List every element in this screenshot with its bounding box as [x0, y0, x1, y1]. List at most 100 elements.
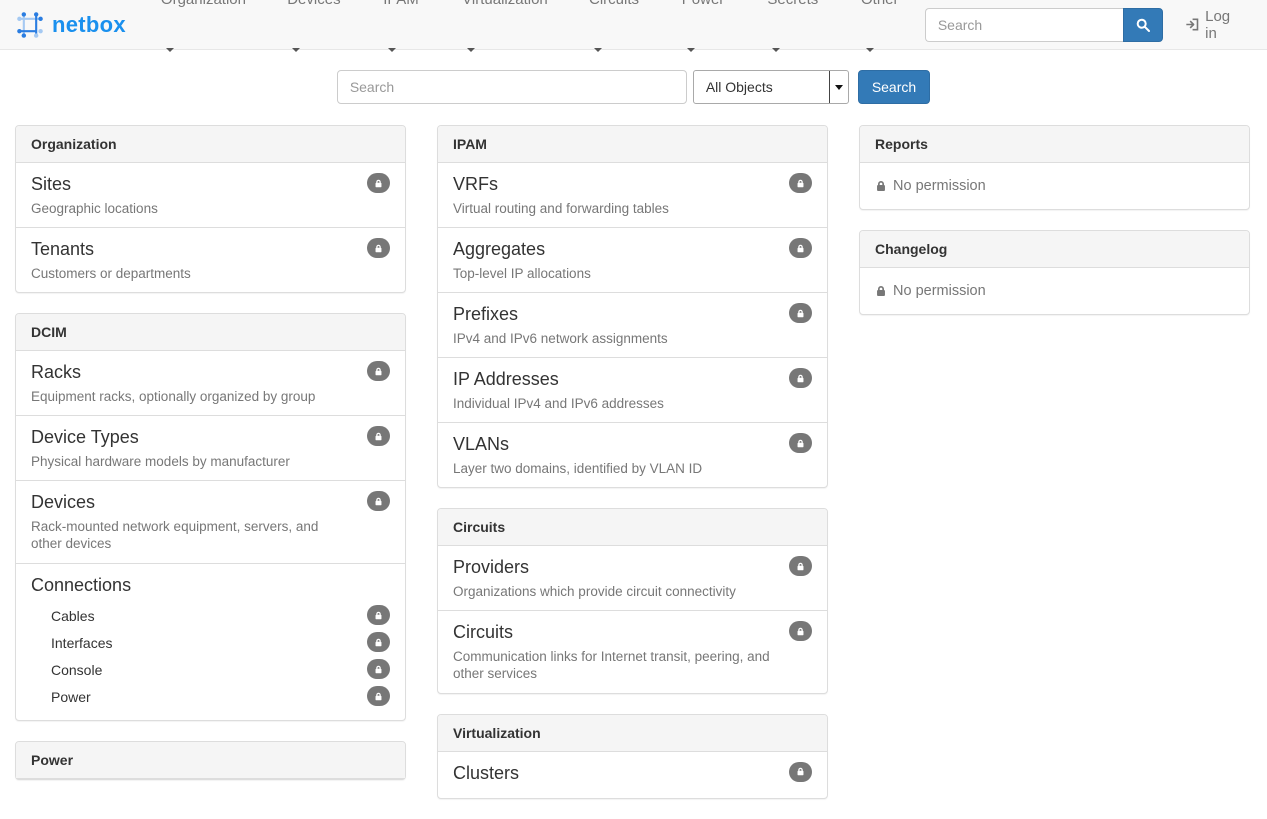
global-search-bar: All Objects Search	[0, 70, 1267, 104]
panel-subitem-cables[interactable]: Cables	[31, 602, 390, 629]
caret-down-icon	[835, 85, 843, 90]
lock-icon	[796, 439, 805, 448]
lock-icon	[374, 432, 383, 441]
panel-heading: Organization	[16, 126, 405, 163]
column-1: Organization Sites Geographic locations …	[15, 125, 406, 800]
panel-item-device-types[interactable]: Device Types Physical hardware models by…	[16, 415, 405, 480]
item-desc: Individual IPv4 and IPv6 addresses	[453, 395, 812, 413]
panel-item-sites[interactable]: Sites Geographic locations	[16, 163, 405, 227]
menu-circuits[interactable]: Circuits	[572, 0, 665, 75]
top-navbar: netbox Organization Devices IPAM Virtual…	[0, 0, 1267, 50]
menu-ipam[interactable]: IPAM	[366, 0, 445, 75]
panel-organization: Organization Sites Geographic locations …	[15, 125, 406, 293]
caret-down-icon	[388, 48, 396, 52]
item-title: Devices	[31, 491, 390, 514]
menu-devices[interactable]: Devices	[270, 0, 366, 75]
lock-icon	[796, 562, 805, 571]
lock-icon	[374, 611, 383, 620]
search-icon	[1136, 18, 1150, 32]
lock-badge	[367, 361, 390, 381]
item-desc: Rack-mounted network equipment, servers,…	[31, 518, 390, 553]
no-permission-notice: No permission	[860, 163, 1249, 209]
no-permission-label: No permission	[893, 178, 986, 194]
item-desc: Virtual routing and forwarding tables	[453, 200, 812, 218]
navbar-search-button[interactable]	[1123, 8, 1163, 42]
lock-icon	[374, 638, 383, 647]
lock-icon	[374, 367, 383, 376]
subitem-label: Cables	[51, 608, 95, 624]
panel-item-tenants[interactable]: Tenants Customers or departments	[16, 227, 405, 292]
panel-item-aggregates[interactable]: Aggregates Top-level IP allocations	[438, 227, 827, 292]
item-title: Circuits	[453, 621, 812, 644]
panel-item-prefixes[interactable]: Prefixes IPv4 and IPv6 network assignmen…	[438, 292, 827, 357]
menu-power[interactable]: Power	[665, 0, 751, 75]
global-search-input[interactable]	[337, 70, 687, 104]
item-title: Connections	[31, 574, 390, 597]
lock-badge	[367, 173, 390, 193]
lock-badge	[789, 556, 812, 576]
panel-item-providers[interactable]: Providers Organizations which provide ci…	[438, 546, 827, 610]
menu-virtualization[interactable]: Virtualization	[445, 0, 572, 75]
panel-circuits: Circuits Providers Organizations which p…	[437, 508, 828, 694]
login-link[interactable]: Log in	[1185, 8, 1244, 42]
panel-heading: Circuits	[438, 509, 827, 546]
item-desc: Equipment racks, optionally organized by…	[31, 388, 390, 406]
global-search-button[interactable]: Search	[858, 70, 930, 104]
navbar-search-input[interactable]	[925, 8, 1123, 42]
item-title: IP Addresses	[453, 368, 812, 391]
lock-badge	[789, 238, 812, 258]
panel-heading: Power	[16, 742, 405, 779]
lock-icon	[796, 767, 805, 776]
sign-in-icon	[1185, 17, 1199, 32]
panel-heading: Reports	[860, 126, 1249, 163]
lock-icon	[374, 179, 383, 188]
login-label: Log in	[1205, 8, 1244, 42]
lock-badge	[367, 659, 390, 679]
panel-ipam: IPAM VRFs Virtual routing and forwarding…	[437, 125, 828, 488]
caret-down-icon	[687, 48, 695, 52]
menu-secrets[interactable]: Secrets	[750, 0, 844, 75]
brand-link[interactable]: netbox	[15, 10, 126, 40]
item-title: Clusters	[453, 762, 812, 785]
panel-item-ip-addresses[interactable]: IP Addresses Individual IPv4 and IPv6 ad…	[438, 357, 827, 422]
lock-badge	[789, 368, 812, 388]
brand-name: netbox	[52, 12, 126, 38]
panel-item-connections: Connections Cables Interfaces Console	[16, 563, 405, 721]
panel-item-clusters[interactable]: Clusters	[438, 752, 827, 799]
lock-icon	[796, 627, 805, 636]
item-desc: Physical hardware models by manufacturer	[31, 453, 390, 471]
panel-item-circuits[interactable]: Circuits Communication links for Interne…	[438, 610, 827, 693]
connections-sublist: Cables Interfaces Console Power	[31, 602, 390, 710]
lock-icon	[374, 692, 383, 701]
panel-heading: Virtualization	[438, 715, 827, 752]
item-title: Aggregates	[453, 238, 812, 261]
lock-badge	[789, 762, 812, 782]
panel-item-devices[interactable]: Devices Rack-mounted network equipment, …	[16, 480, 405, 563]
panel-item-vlans[interactable]: VLANs Layer two domains, identified by V…	[438, 422, 827, 487]
object-type-select[interactable]: All Objects	[693, 70, 849, 104]
item-title: Device Types	[31, 426, 390, 449]
menu-other[interactable]: Other	[844, 0, 925, 75]
panel-item-racks[interactable]: Racks Equipment racks, optionally organi…	[16, 351, 405, 415]
menu-organization[interactable]: Organization	[144, 0, 270, 75]
item-desc: Top-level IP allocations	[453, 265, 812, 283]
panel-item-vrfs[interactable]: VRFs Virtual routing and forwarding tabl…	[438, 163, 827, 227]
lock-badge	[789, 173, 812, 193]
caret-down-icon	[467, 48, 475, 52]
item-title: VRFs	[453, 173, 812, 196]
item-desc: Customers or departments	[31, 265, 390, 283]
lock-icon	[796, 244, 805, 253]
panel-virtualization: Virtualization Clusters	[437, 714, 828, 800]
panel-subitem-interfaces[interactable]: Interfaces	[31, 629, 390, 656]
panel-power: Power	[15, 741, 406, 780]
item-desc: IPv4 and IPv6 network assignments	[453, 330, 812, 348]
item-title: Racks	[31, 361, 390, 384]
panel-subitem-console[interactable]: Console	[31, 656, 390, 683]
no-permission-notice: No permission	[860, 268, 1249, 314]
select-arrow-strip[interactable]	[829, 71, 848, 103]
item-desc: Layer two domains, identified by VLAN ID	[453, 460, 812, 478]
panel-heading: Changelog	[860, 231, 1249, 268]
panel-subitem-power[interactable]: Power	[31, 683, 390, 710]
lock-icon	[875, 285, 887, 297]
lock-icon	[796, 309, 805, 318]
